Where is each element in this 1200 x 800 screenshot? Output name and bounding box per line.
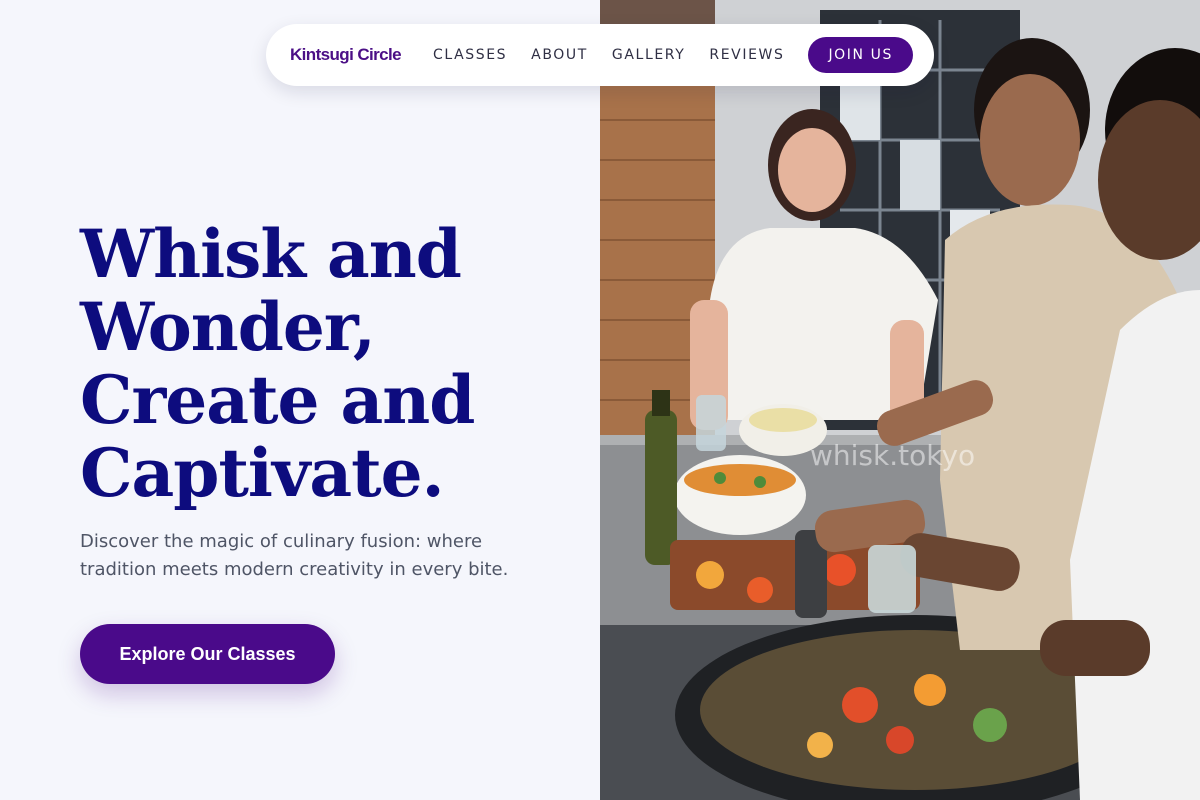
photo-watermark: whisk.tokyo	[810, 439, 975, 472]
nav-link-gallery[interactable]: GALLERY	[612, 47, 685, 63]
hero-title: Whisk and Wonder, Create and Captivate.	[80, 218, 580, 510]
explore-classes-button[interactable]: Explore Our Classes	[80, 624, 335, 684]
nav-link-reviews[interactable]: REVIEWS	[709, 47, 784, 63]
hero-photo: whisk.tokyo	[600, 0, 1200, 800]
brand-logo[interactable]: Kintsugi Circle	[290, 45, 402, 65]
hero-title-line: Create and	[80, 361, 475, 439]
join-us-button[interactable]: JOIN US	[808, 37, 913, 73]
hero-title-line: Whisk and	[80, 215, 462, 293]
hero-subtitle: Discover the magic of culinary fusion: w…	[80, 531, 509, 580]
hero-title-line: Captivate.	[80, 434, 445, 512]
nav-link-classes[interactable]: CLASSES	[433, 47, 507, 63]
hero-title-line: Wonder,	[80, 288, 376, 366]
top-navbar: Kintsugi Circle CLASSES ABOUT GALLERY RE…	[266, 24, 934, 86]
nav-links: CLASSES ABOUT GALLERY REVIEWS	[433, 47, 808, 63]
nav-link-about[interactable]: ABOUT	[531, 47, 588, 63]
